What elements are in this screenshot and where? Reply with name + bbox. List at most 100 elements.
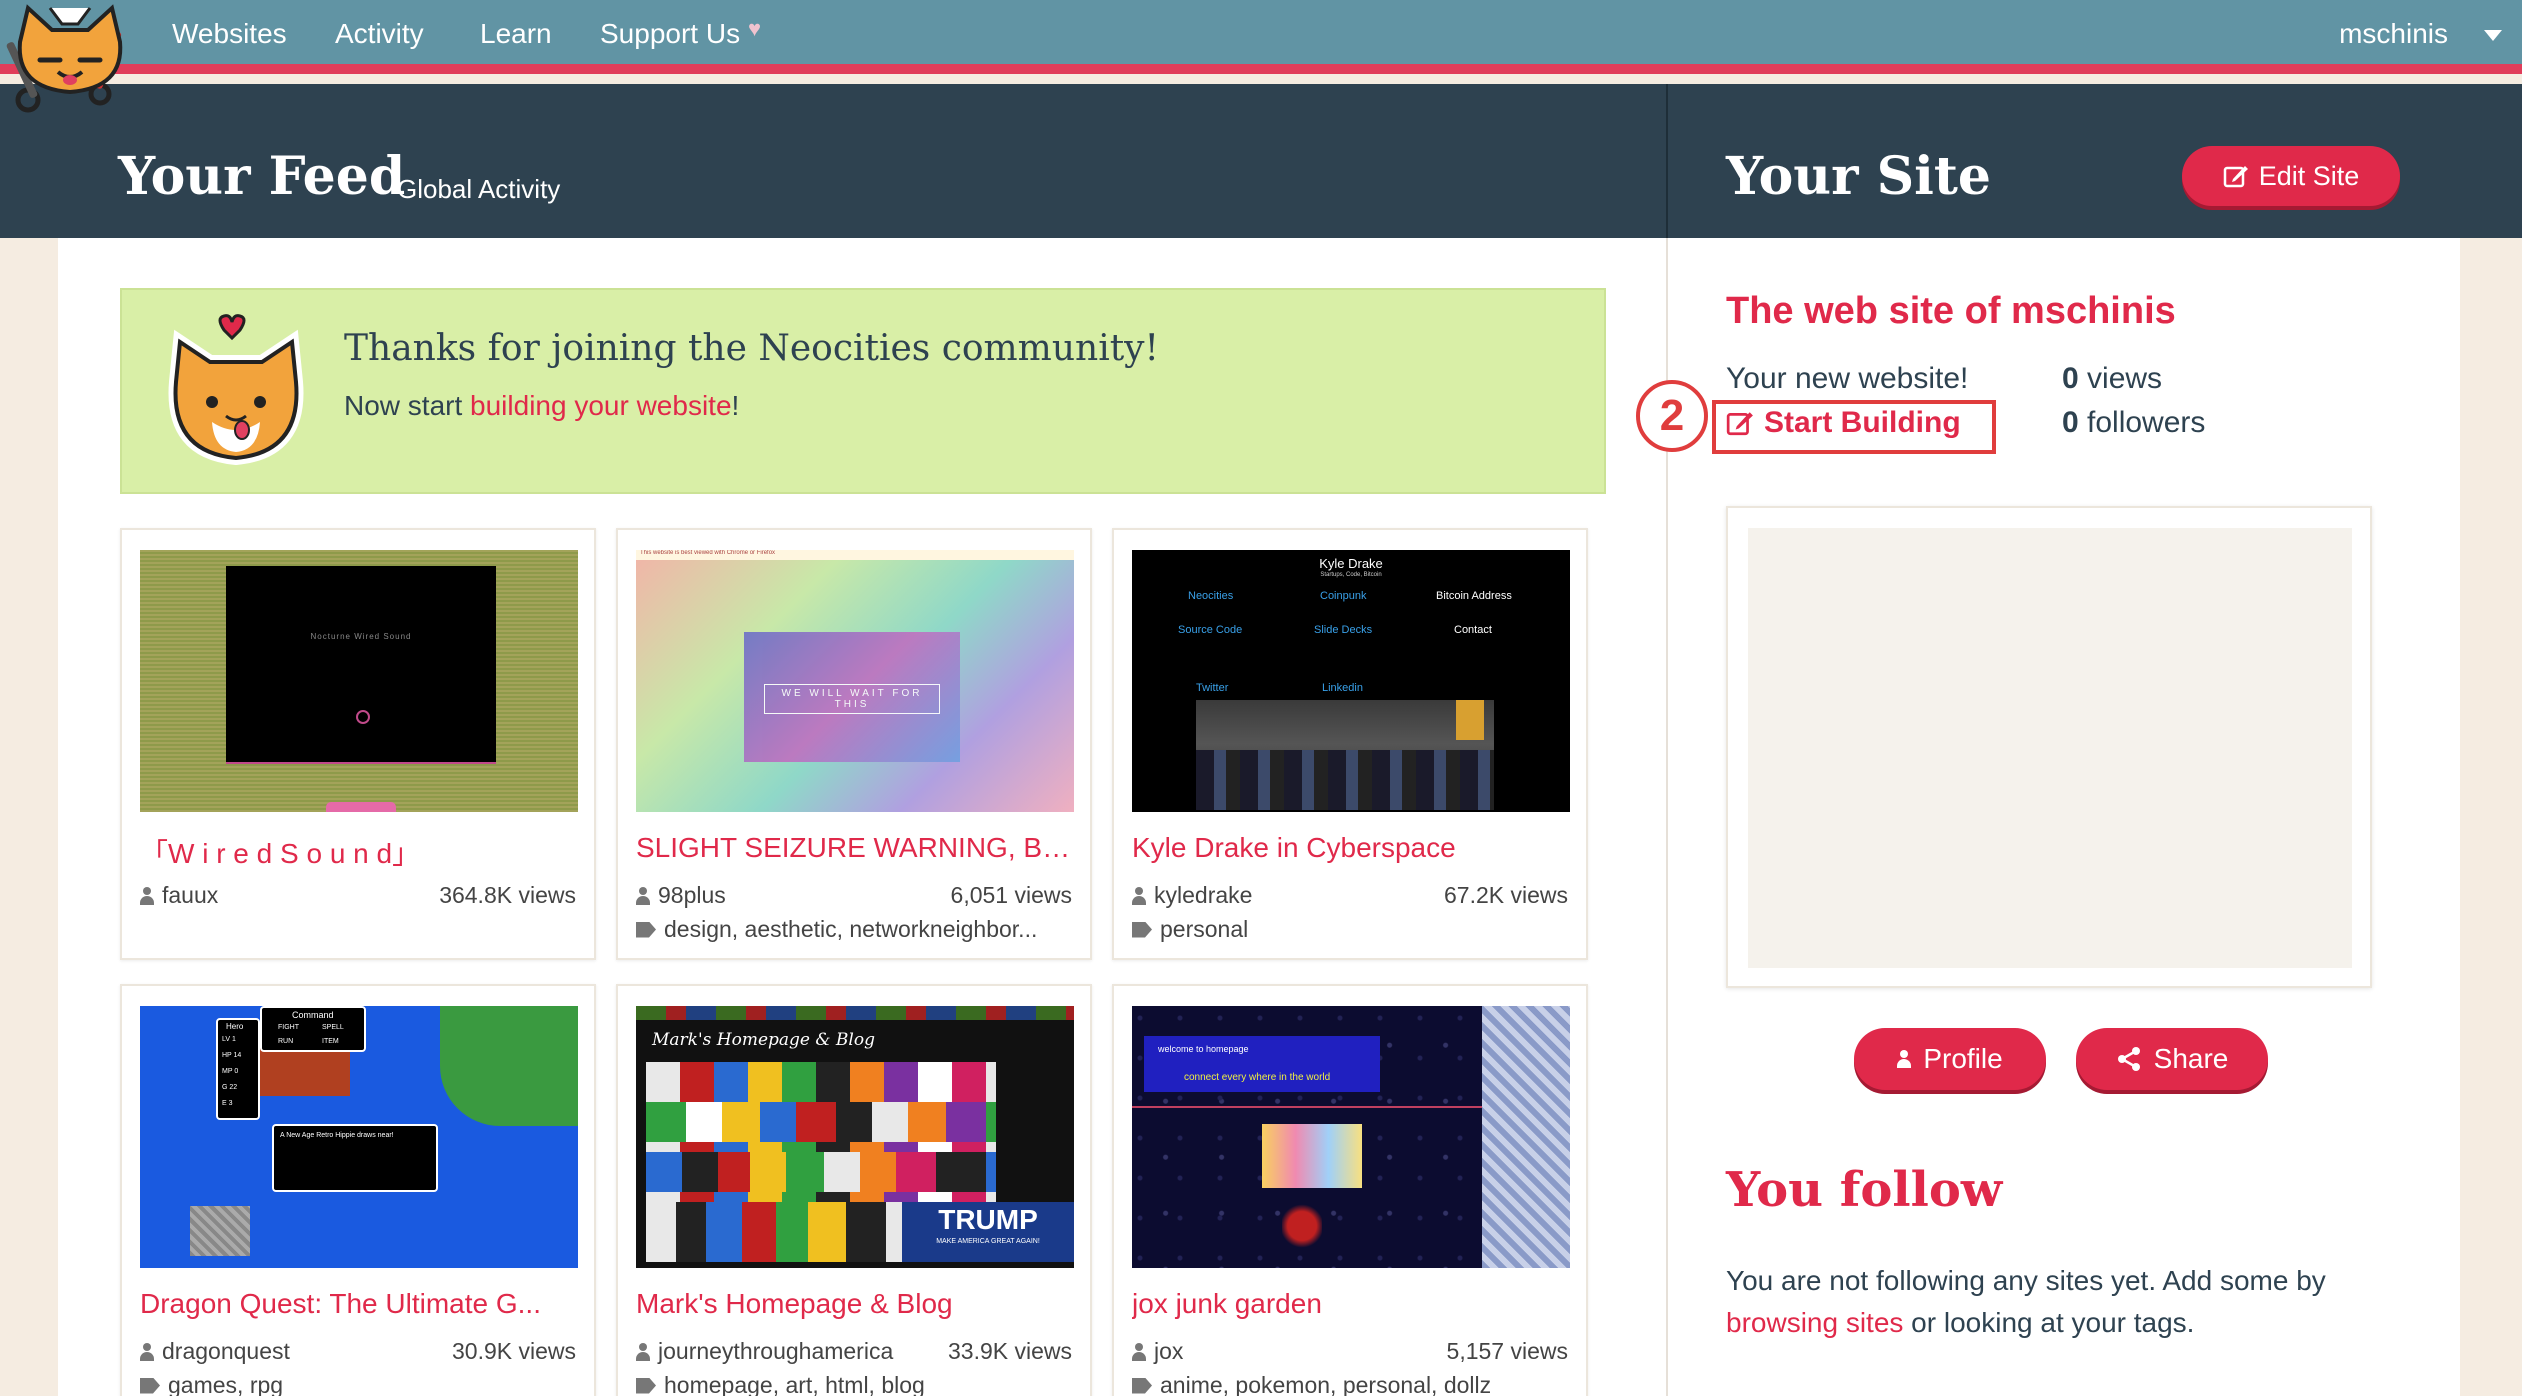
- welcome-banner: Thanks for joining the Neocities communi…: [120, 288, 1606, 494]
- site-card-title[interactable]: Mark's Homepage & Blog: [636, 1288, 1076, 1320]
- user-menu[interactable]: mschinis: [2339, 18, 2448, 50]
- user-icon: [636, 886, 650, 905]
- site-name-link[interactable]: The web site of mschinis: [1726, 290, 2176, 333]
- site-card-tags[interactable]: anime, pokemon, personal, dollz: [1132, 1372, 1572, 1396]
- site-card-username: jox: [1154, 1338, 1184, 1364]
- site-card-user[interactable]: fauux: [140, 882, 218, 909]
- jox-thumb-welcome: welcome to homepage: [1158, 1044, 1249, 1054]
- dq-thumb-menu: ITEM: [322, 1038, 339, 1045]
- site-card-views: 5,157 views: [1446, 1338, 1568, 1364]
- site-card-tag-list: games, rpg: [168, 1372, 284, 1396]
- neocities-logo[interactable]: [0, 0, 150, 118]
- user-icon: [140, 1342, 154, 1361]
- kyle-thumb-link: Neocities: [1188, 590, 1234, 602]
- edit-site-button[interactable]: Edit Site: [2182, 146, 2400, 206]
- site-card[interactable]: This website is best viewed with Chrome …: [616, 528, 1092, 960]
- cat-mascot-icon: [168, 314, 304, 466]
- share-label: Share: [2153, 1043, 2229, 1074]
- site-screenshot[interactable]: welcome to homepage connect every where …: [1132, 1006, 1570, 1268]
- site-card[interactable]: welcome to homepage connect every where …: [1112, 984, 1588, 1396]
- site-card-tags[interactable]: homepage, art, html, blog: [636, 1372, 1076, 1396]
- site-card-tags[interactable]: design, aesthetic, networkneighbor...: [636, 916, 1076, 943]
- step-indicator: 2: [1636, 380, 1708, 452]
- dq-thumb-menu: SPELL: [322, 1024, 344, 1031]
- site-card-tags[interactable]: games, rpg: [140, 1372, 580, 1396]
- site-card-user[interactable]: dragonquest: [140, 1338, 290, 1365]
- kyle-thumb-link: Linkedin: [1322, 682, 1363, 694]
- site-card-title[interactable]: Kyle Drake in Cyberspace: [1132, 832, 1572, 864]
- site-card-tags[interactable]: personal: [1132, 916, 1572, 943]
- wired-thumb-text: Nocturne Wired Sound: [310, 632, 412, 641]
- edit-site-label: Edit Site: [2258, 160, 2360, 191]
- site-card-title[interactable]: SLIGHT SEIZURE WARNING, BE ...: [636, 832, 1076, 864]
- chevron-down-icon[interactable]: [2484, 30, 2502, 41]
- follow-text-prefix: You are not following any sites yet. Add…: [1726, 1265, 2326, 1296]
- site-screenshot[interactable]: Mark's Homepage & Blog TRUMP MAKE AMERIC…: [636, 1006, 1074, 1268]
- dq-thumb-stat: G 22: [222, 1084, 238, 1091]
- site-card-username: dragonquest: [162, 1338, 290, 1364]
- views-count: 0: [2062, 362, 2079, 395]
- user-icon: [1132, 886, 1146, 905]
- dq-thumb-menu: FIGHT: [278, 1024, 299, 1031]
- nav-link-websites[interactable]: Websites: [172, 18, 287, 50]
- site-card-tag-list: anime, pokemon, personal, dollz: [1160, 1372, 1492, 1396]
- slight-thumb-center: WE WILL WAIT FOR THIS: [764, 684, 940, 714]
- site-screenshot[interactable]: Nocturne Wired Sound: [140, 550, 578, 812]
- kyle-thumb-name: Kyle Drake: [1319, 556, 1383, 571]
- share-button[interactable]: Share: [2076, 1028, 2268, 1090]
- site-card-title[interactable]: jox junk garden: [1132, 1288, 1572, 1320]
- site-screenshot[interactable]: Command FIGHT SPELL RUN ITEM Hero LV 1 H…: [140, 1006, 578, 1268]
- site-card-views: 364.8K views: [439, 882, 576, 908]
- site-card-views: 6,051 views: [950, 882, 1072, 908]
- dq-thumb-command: Command: [292, 1010, 334, 1020]
- site-card-title[interactable]: Dragon Quest: The Ultimate G...: [140, 1288, 580, 1320]
- site-screenshot[interactable]: This website is best viewed with Chrome …: [636, 550, 1074, 812]
- share-icon: [2117, 1047, 2140, 1071]
- site-card-user[interactable]: 98plus: [636, 882, 726, 909]
- followers-label: followers: [2078, 406, 2206, 439]
- user-icon: [140, 886, 154, 905]
- site-card[interactable]: Kyle Drake Startups, Code, Bitcoin Neoci…: [1112, 528, 1588, 960]
- mark-thumb-title: Mark's Homepage & Blog: [652, 1030, 875, 1050]
- site-card[interactable]: Nocturne Wired Sound 「W i r e d S o u n …: [120, 528, 596, 960]
- mark-thumb-trump: TRUMP: [938, 1204, 1038, 1235]
- welcome-title: Thanks for joining the Neocities communi…: [344, 328, 1159, 369]
- browsing-sites-link[interactable]: browsing sites: [1726, 1307, 1903, 1338]
- nav-link-learn[interactable]: Learn: [480, 18, 552, 50]
- page-title: Your Feed: [118, 146, 406, 207]
- site-card[interactable]: Command FIGHT SPELL RUN ITEM Hero LV 1 H…: [120, 984, 596, 1396]
- tag-icon: [1132, 1377, 1152, 1394]
- site-screenshot[interactable]: Kyle Drake Startups, Code, Bitcoin Neoci…: [1132, 550, 1570, 812]
- profile-button[interactable]: Profile: [1854, 1028, 2046, 1090]
- site-card-title[interactable]: 「W i r e d S o u n d」: [140, 832, 580, 872]
- heart-icon: ♥: [748, 16, 762, 41]
- follow-empty-message: You are not following any sites yet. Add…: [1726, 1260, 2426, 1344]
- you-follow-heading: You follow: [1726, 1162, 2003, 1218]
- site-card-tag-list: design, aesthetic, networkneighbor...: [664, 916, 1038, 942]
- site-card-user[interactable]: kyledrake: [1132, 882, 1252, 909]
- site-card-views: 30.9K views: [451, 1338, 576, 1364]
- site-card[interactable]: Mark's Homepage & Blog TRUMP MAKE AMERIC…: [616, 984, 1092, 1396]
- site-preview[interactable]: [1726, 506, 2372, 988]
- site-card-tag-list: homepage, art, html, blog: [664, 1372, 925, 1396]
- site-card-user[interactable]: jox: [1132, 1338, 1183, 1365]
- header-divider: [1666, 84, 1668, 238]
- dq-thumb-stat: E 3: [222, 1100, 233, 1107]
- followers-stat[interactable]: 0 followers: [2062, 406, 2205, 440]
- start-building-link[interactable]: Start Building: [1726, 406, 1961, 440]
- kyle-thumb-sub: Startups, Code, Bitcoin: [1320, 572, 1382, 578]
- views-label: views: [2078, 362, 2163, 395]
- global-activity-link[interactable]: Global Activity: [397, 174, 560, 205]
- user-icon: [1132, 1342, 1146, 1361]
- top-navigation: Websites Activity Learn Support Us ♥ msc…: [0, 0, 2522, 113]
- kyle-thumb-link: Slide Decks: [1314, 624, 1373, 636]
- nav-link-support-us[interactable]: Support Us: [600, 18, 740, 50]
- edit-icon: [2223, 166, 2248, 188]
- build-website-link[interactable]: building your website: [470, 390, 732, 421]
- nav-link-activity[interactable]: Activity: [335, 18, 424, 50]
- slight-thumb-banner: This website is best viewed with Chrome …: [636, 550, 1074, 560]
- user-icon: [1897, 1050, 1912, 1068]
- site-card-user[interactable]: journeythroughamerica: [636, 1338, 893, 1365]
- mark-thumb-trump-sub: MAKE AMERICA GREAT AGAIN!: [936, 1238, 1040, 1245]
- user-icon: [636, 1342, 650, 1361]
